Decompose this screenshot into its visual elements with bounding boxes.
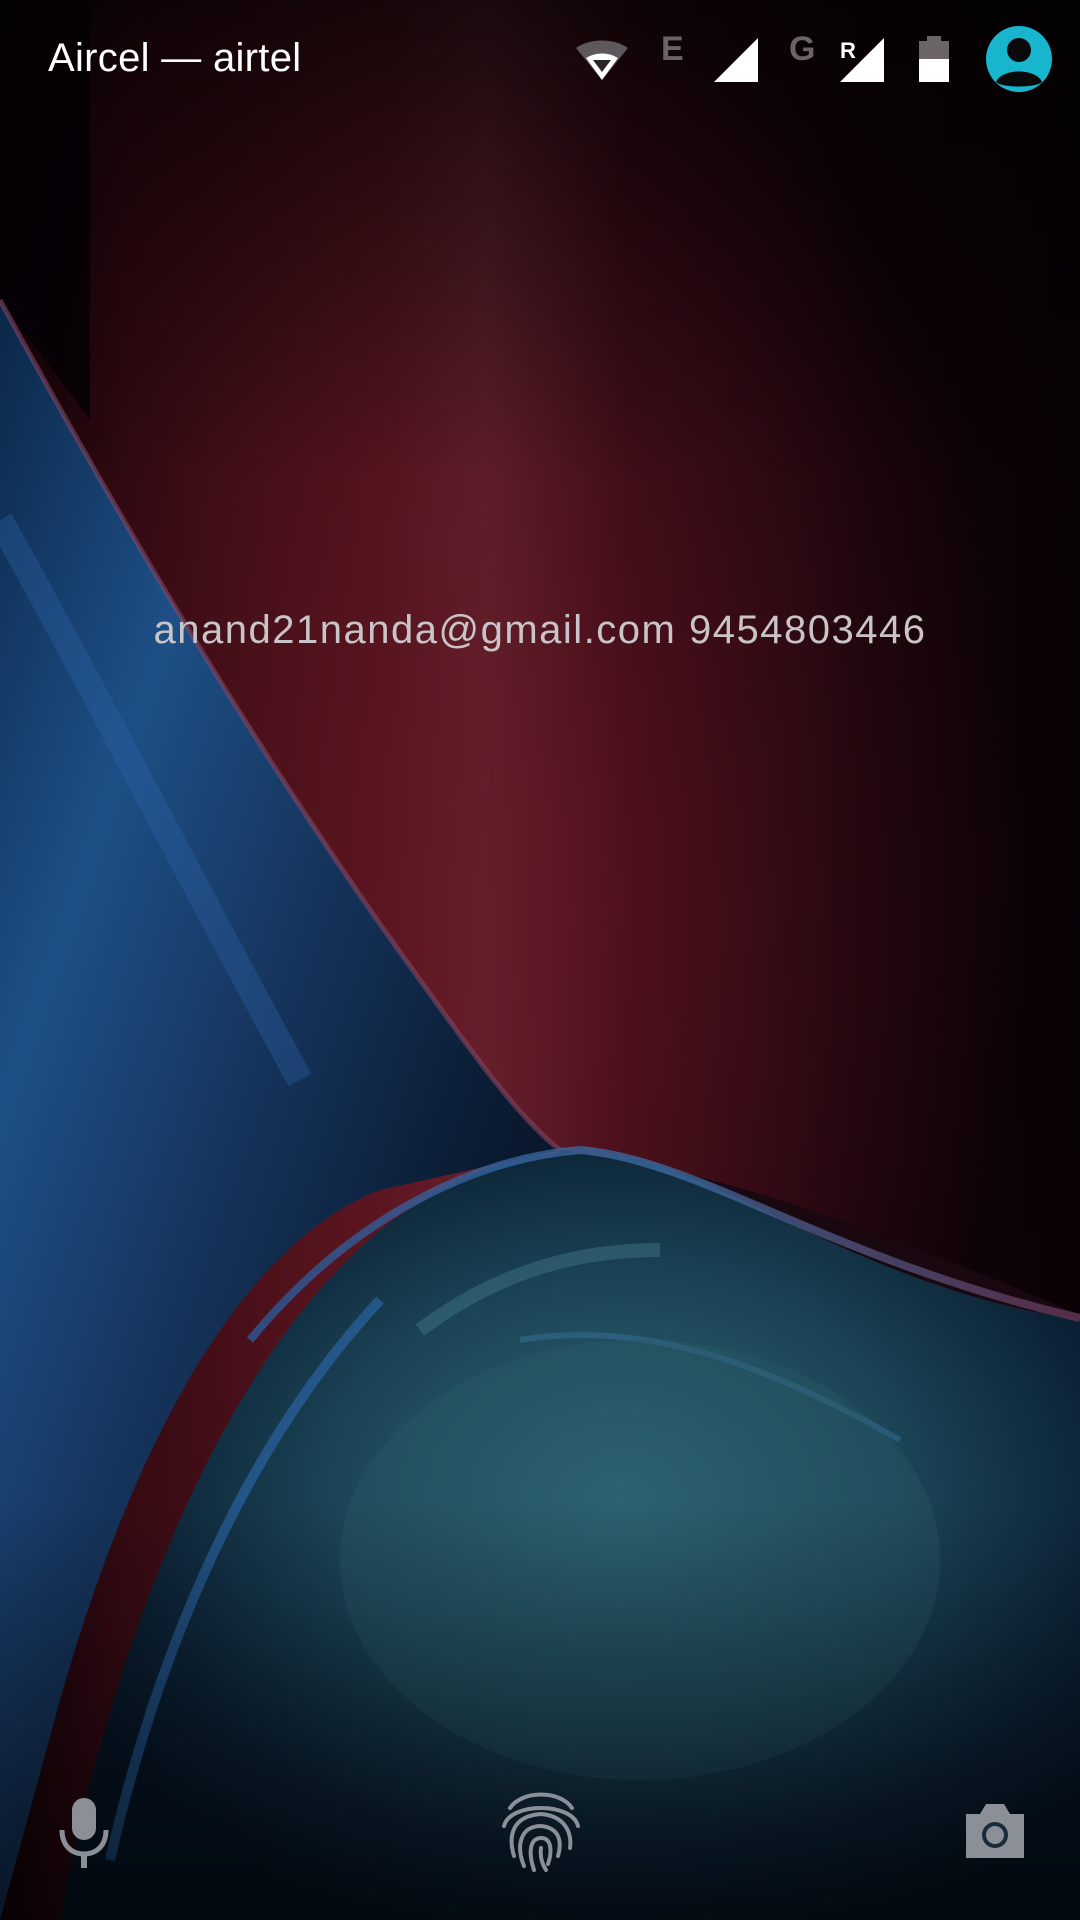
- camera-icon[interactable]: [962, 1800, 1028, 1860]
- lock-screen: Aircel — airtel E G R anand21nanda@gmail…: [0, 0, 1080, 1920]
- fingerprint-icon[interactable]: [500, 1786, 582, 1872]
- owner-info-text: anand21nanda@gmail.com 9454803446: [153, 608, 927, 652]
- network-type-e-indicator: E: [661, 30, 684, 68]
- wallpaper: [0, 0, 1080, 1920]
- microphone-icon[interactable]: [56, 1796, 112, 1868]
- wifi-icon: [576, 40, 628, 80]
- battery-icon: [919, 36, 949, 82]
- status-bar[interactable]: Aircel — airtel E G R: [0, 0, 1080, 120]
- roaming-indicator: R: [840, 38, 856, 63]
- user-avatar-icon[interactable]: [986, 26, 1052, 92]
- carrier-name: Aircel — airtel: [48, 36, 302, 80]
- network-type-g-indicator: G: [789, 30, 816, 68]
- signal-strength-icon: [714, 38, 758, 82]
